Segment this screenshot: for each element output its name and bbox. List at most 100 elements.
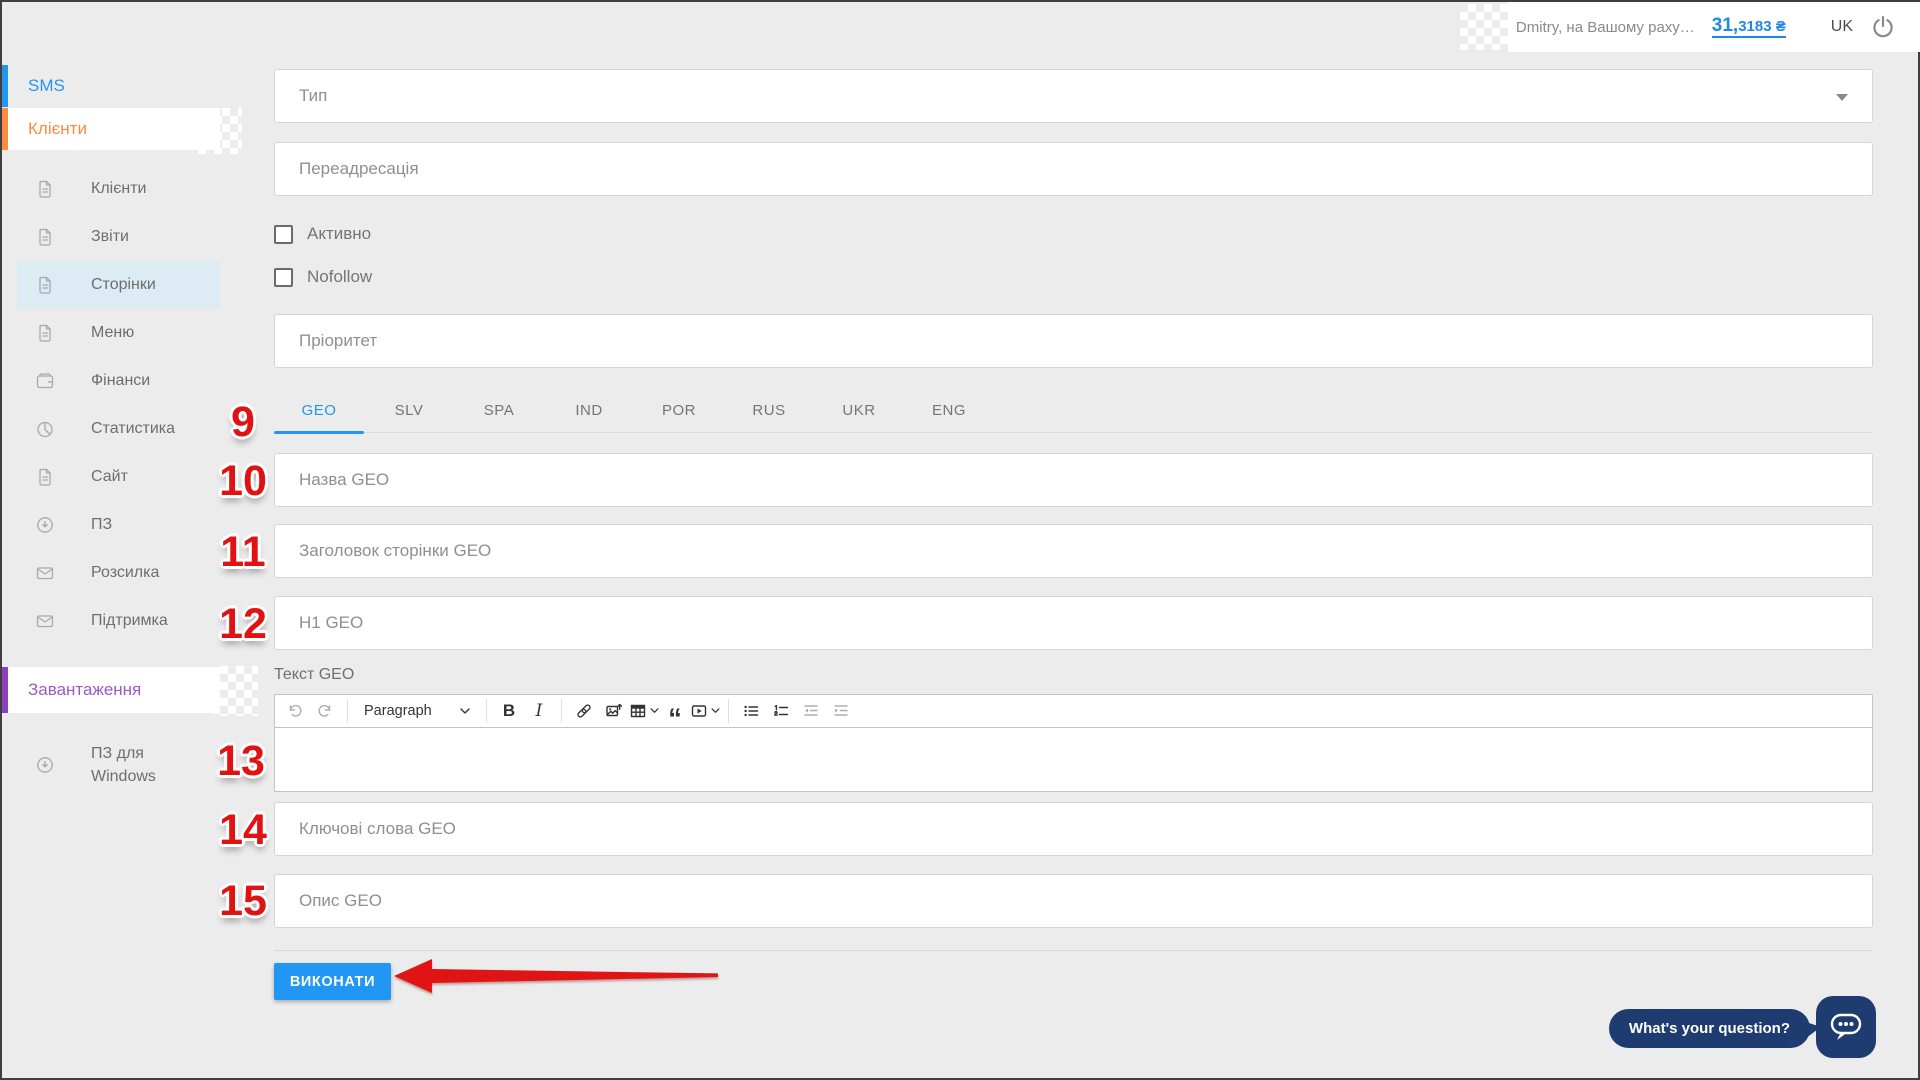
bold-button[interactable]: B: [495, 697, 523, 725]
tab-slv[interactable]: SLV: [364, 390, 454, 433]
user-greeting: Dmitry, на Вашому раху…: [1516, 19, 1695, 36]
tab-spa[interactable]: SPA: [454, 390, 544, 433]
sidebar-item-pages[interactable]: Сторінки: [17, 261, 220, 309]
rich-text-editor-area[interactable]: [274, 728, 1873, 792]
toolbar-separator: [486, 699, 487, 723]
toolbar-separator: [728, 699, 729, 723]
toolbar-separator: [561, 699, 562, 723]
envelope-icon: [35, 563, 55, 583]
sidebar-item-reports[interactable]: Звіти: [17, 213, 220, 261]
geo-h1-input[interactable]: [274, 596, 1873, 650]
sidebar-item-statistics[interactable]: Статистика: [17, 405, 220, 453]
pixel-dissolve-decoration: [1460, 4, 1510, 50]
geo-keywords-input[interactable]: [274, 802, 1873, 856]
chevron-down-icon: [650, 708, 659, 714]
sidebar-item-site[interactable]: Сайт: [17, 453, 220, 501]
language-label: UK: [1831, 18, 1853, 36]
logout-button[interactable]: [1870, 14, 1896, 40]
active-checkbox-row[interactable]: Активно: [274, 222, 371, 246]
balance-link[interactable]: 31,3183 ₴: [1712, 16, 1786, 38]
chevron-down-icon: [1836, 94, 1848, 101]
tab-ukr[interactable]: UKR: [814, 390, 904, 433]
chat-bubble-icon: [1829, 1011, 1863, 1043]
sms-accent-bar: [2, 65, 8, 107]
pie-chart-icon: [35, 419, 55, 439]
outdent-button[interactable]: [797, 697, 825, 725]
sidebar-item-menu[interactable]: Меню: [17, 309, 220, 357]
ukraine-flag-icon: [1803, 20, 1825, 34]
download-icon: [35, 755, 55, 775]
tab-rus[interactable]: RUS: [724, 390, 814, 433]
annotation-number: 15: [208, 877, 278, 926]
indent-button[interactable]: [827, 697, 855, 725]
type-select[interactable]: Тип: [274, 69, 1873, 123]
language-tabs: GEO SLV SPA IND POR RUS UKR ENG: [274, 390, 1873, 433]
paragraph-style-dropdown[interactable]: Paragraph: [356, 697, 478, 725]
sidebar-section-sms[interactable]: SMS: [2, 65, 220, 107]
rich-text-toolbar: Paragraph B I “: [274, 694, 1873, 728]
tab-ind[interactable]: IND: [544, 390, 634, 433]
redo-button[interactable]: [311, 697, 339, 725]
pixel-dissolve-decoration: [198, 108, 242, 154]
annotation-number: 12: [208, 600, 278, 649]
chevron-down-icon: [460, 708, 470, 715]
tab-por[interactable]: POR: [634, 390, 724, 433]
sidebar-item-clients[interactable]: Клієнти: [17, 165, 220, 213]
outdent-icon: [803, 703, 819, 719]
sidebar-item-software-windows[interactable]: ПЗ дляWindows: [17, 735, 220, 795]
sidebar-section-clients[interactable]: Клієнти: [2, 108, 220, 150]
downloads-accent-bar: [2, 667, 8, 713]
geo-description-input[interactable]: [274, 874, 1873, 928]
nofollow-checkbox[interactable]: [274, 268, 293, 287]
geo-name-input[interactable]: [274, 453, 1873, 507]
active-checkbox[interactable]: [274, 225, 293, 244]
table-icon: [630, 703, 646, 719]
chevron-down-icon: [711, 708, 720, 714]
sidebar-item-support[interactable]: Підтримка: [17, 597, 220, 645]
sidebar-item-mailing[interactable]: Розсилка: [17, 549, 220, 597]
file-icon: [35, 323, 55, 343]
file-icon: [35, 467, 55, 487]
undo-button[interactable]: [281, 697, 309, 725]
annotation-number: 11: [208, 528, 278, 577]
sidebar-item-software[interactable]: ПЗ: [17, 501, 220, 549]
table-button[interactable]: [630, 697, 659, 725]
bulleted-list-icon: [743, 703, 759, 719]
annotation-number: 13: [206, 737, 276, 786]
indent-icon: [833, 703, 849, 719]
wallet-icon: [35, 371, 55, 391]
file-icon: [35, 275, 55, 295]
clients-accent-bar: [2, 108, 8, 150]
tab-geo[interactable]: GEO: [274, 390, 364, 433]
power-icon: [1870, 14, 1896, 40]
file-icon: [35, 179, 55, 199]
italic-button[interactable]: I: [525, 697, 553, 725]
chat-launcher-button[interactable]: [1816, 996, 1876, 1058]
block-quote-button[interactable]: “: [661, 697, 689, 725]
annotation-arrow: [392, 955, 720, 997]
bulleted-list-button[interactable]: [737, 697, 765, 725]
geo-page-title-input[interactable]: [274, 524, 1873, 578]
language-switcher[interactable]: UK: [1803, 18, 1853, 36]
link-button[interactable]: [570, 697, 598, 725]
toolbar-separator: [347, 699, 348, 723]
priority-input[interactable]: [274, 314, 1873, 368]
submit-button[interactable]: ВИКОНАТИ: [274, 963, 391, 1000]
chat-prompt-bubble[interactable]: What's your question?: [1609, 1009, 1810, 1048]
media-embed-icon: [691, 703, 707, 719]
image-upload-button[interactable]: [600, 697, 628, 725]
annotation-number: 9: [208, 398, 278, 447]
annotation-number: 10: [208, 457, 278, 506]
download-icon: [35, 515, 55, 535]
pixel-dissolve-decoration: [212, 666, 258, 716]
media-embed-button[interactable]: [691, 697, 720, 725]
redirect-input[interactable]: [274, 142, 1873, 196]
numbered-list-button[interactable]: [767, 697, 795, 725]
undo-icon: [287, 703, 303, 719]
sidebar-item-finances[interactable]: Фінанси: [17, 357, 220, 405]
link-icon: [576, 703, 592, 719]
sidebar-section-downloads[interactable]: Завантаження: [2, 667, 220, 713]
redo-icon: [317, 703, 333, 719]
tab-eng[interactable]: ENG: [904, 390, 994, 433]
nofollow-checkbox-row[interactable]: Nofollow: [274, 265, 372, 289]
